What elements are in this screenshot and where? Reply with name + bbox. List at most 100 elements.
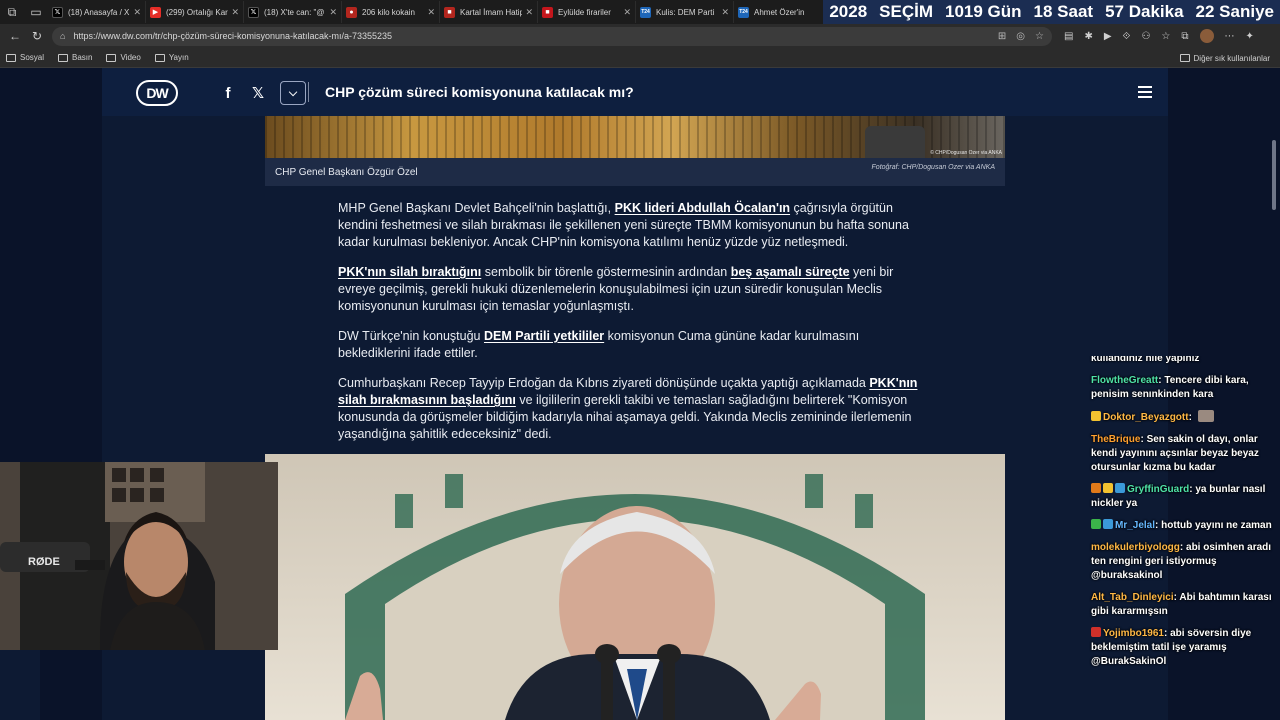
article-header-title: CHP çözüm süreci komisyonuna katılacak m…	[325, 84, 634, 100]
tab-title: (18) X'te can: "@	[264, 7, 325, 17]
tab-actions-icon[interactable]: ▭	[24, 0, 48, 24]
folder-icon	[154, 53, 165, 62]
tab-title: (299) Ortalığı Karıştıran	[166, 7, 228, 17]
countdown-days: 1019 Gün	[945, 2, 1022, 21]
chat-message: Doktor_Beyazgott:	[1088, 408, 1280, 431]
back-icon[interactable]: ←	[4, 25, 26, 47]
folder-icon	[106, 53, 117, 62]
favorites-icon[interactable]: ☆	[1161, 31, 1170, 42]
election-countdown-overlay: 2028 SEÇİM 1019 Gün 18 Saat 57 Dakika 22…	[823, 0, 1280, 24]
bookmark-label: Video	[120, 53, 141, 62]
streamer-webcam: RØDE	[0, 462, 278, 650]
tab-2[interactable]: 𝕏 (18) X'te can: "@ ✕	[244, 1, 342, 23]
chat-text: hottub yayını ne zaman	[1161, 520, 1272, 531]
badge-icon	[1103, 519, 1113, 529]
news-icon: ■	[444, 6, 455, 18]
url-text: https://www.dw.com/tr/chp-çözüm-süreci-k…	[73, 31, 393, 41]
badge-icon	[1091, 627, 1101, 637]
badge-icon	[1103, 483, 1113, 493]
share-buttons: f 𝕏 ⌵	[220, 81, 306, 105]
site-header: DW f 𝕏 ⌵ CHP çözüm süreci komisyonuna ka…	[102, 68, 1168, 116]
close-tab-icon[interactable]: ✕	[231, 7, 239, 18]
extension-icon[interactable]: ▤	[1064, 31, 1073, 42]
youtube-icon: ▶	[150, 6, 161, 18]
collections-icon[interactable]: ⧉	[1181, 31, 1188, 42]
tab-title: 206 kilo kokain	[362, 7, 415, 17]
x-logo-icon: 𝕏	[248, 6, 259, 18]
chat-message: GryffinGuard: ya bunlar nasıl nickler ya	[1091, 483, 1266, 509]
badge-icon	[1091, 483, 1101, 493]
chat-username: TheBrique	[1091, 434, 1141, 445]
webcam-feed-graphic: RØDE	[0, 462, 278, 650]
split-screen-icon[interactable]: ⚇	[1141, 31, 1150, 42]
emote-icon	[1197, 410, 1214, 422]
url-field[interactable]: ⌂ https://www.dw.com/tr/chp-çözüm-süreci…	[52, 26, 1052, 46]
tracking-icon[interactable]: ◎	[1016, 31, 1025, 42]
app-available-icon[interactable]: ⊞	[998, 31, 1006, 42]
extension-icon[interactable]: ▶	[1104, 31, 1112, 42]
facebook-icon[interactable]: f	[220, 85, 236, 102]
t24-icon: T24	[640, 6, 651, 18]
browser-menu-icon[interactable]: ⧉	[0, 0, 24, 24]
site-info-icon[interactable]: ⌂	[60, 31, 65, 41]
close-tab-icon[interactable]: ✕	[721, 7, 729, 18]
chat-message-partial: kullandınız nile yapınız	[1091, 356, 1200, 364]
close-tab-icon[interactable]: ✕	[623, 7, 631, 18]
header-divider	[308, 82, 309, 102]
more-menu-icon[interactable]: ⋯	[1225, 31, 1235, 42]
other-bookmarks-folder[interactable]: Diğer sık kullanılanlar	[1179, 48, 1270, 68]
address-bar-row: ← ↻ ⌂ https://www.dw.com/tr/chp-çözüm-sü…	[0, 24, 1280, 48]
countdown-hours: 18 Saat	[1033, 2, 1094, 21]
favorite-star-icon[interactable]: ☆	[1035, 31, 1044, 42]
chevron-down-icon[interactable]: ⌵	[280, 81, 306, 105]
close-tab-icon[interactable]: ✕	[329, 7, 337, 18]
bookmarks-bar: Sosyal Basın Video Yayın Diğer sık kulla…	[0, 48, 1280, 68]
paragraph: MHP Genel Başkanı Devlet Bahçeli'nin baş…	[338, 200, 934, 251]
bookmark-label: Yayın	[168, 53, 189, 62]
profile-avatar[interactable]	[1199, 29, 1214, 43]
tab-0[interactable]: 𝕏 (18) Anasayfa / X ✕	[48, 1, 146, 23]
paragraph: Cumhurbaşkanı Recep Tayyip Erdoğan da Kı…	[338, 375, 934, 443]
text: sembolik bir törenle göstermesinin ardın…	[481, 265, 731, 279]
countdown-minutes: 57 Dakika	[1105, 2, 1184, 21]
bookmark-folder-video[interactable]: Video	[106, 53, 141, 62]
tab-3[interactable]: ● 206 kilo kokain ✕	[342, 1, 440, 23]
close-tab-icon[interactable]: ✕	[427, 7, 435, 18]
scrollbar-thumb[interactable]	[1272, 140, 1276, 210]
dw-logo[interactable]: DW	[136, 80, 178, 106]
article-link[interactable]: DEM Partili yetkililer	[484, 329, 604, 343]
x-share-icon[interactable]: 𝕏	[250, 84, 266, 102]
photo-caption: CHP Genel Başkanı Özgür Özel	[275, 167, 418, 178]
chat-message: Alt_Tab_Dinleyici: Abi bahtımın karası g…	[1091, 592, 1272, 617]
tab-1[interactable]: ▶ (299) Ortalığı Karıştıran ✕	[146, 1, 244, 23]
tab-title: Kartal İmam Hatip	[460, 7, 523, 17]
close-tab-icon[interactable]: ✕	[525, 7, 533, 18]
bookmark-folder-yayin[interactable]: Yayın	[154, 53, 189, 62]
tab-4[interactable]: ■ Kartal İmam Hatip ✕	[440, 1, 538, 23]
bookmark-folder-basin[interactable]: Basın	[58, 53, 92, 62]
text: Cumhurbaşkanı Recep Tayyip Erdoğan da Kı…	[338, 376, 870, 390]
subscriber-badge-icon	[1091, 411, 1101, 421]
tab-5[interactable]: ■ Eylülde firariler ✕	[538, 1, 636, 23]
article-link[interactable]: beş aşamalı süreçte	[731, 265, 850, 279]
tab-6[interactable]: T24 Kulis: DEM Parti ✕	[636, 1, 734, 23]
badge-icon	[1091, 519, 1101, 529]
bookmark-folder-sosyal[interactable]: Sosyal	[6, 53, 44, 62]
badge-icon	[1115, 483, 1125, 493]
chat-message: Mr_Jelal: hottub yayını ne zaman	[1088, 517, 1280, 539]
chat-username: GryffinGuard	[1127, 484, 1190, 495]
extension-icon[interactable]: ✱	[1084, 31, 1092, 42]
tab-title: Ahmet Özer'in	[754, 7, 805, 17]
speaker-photo-graphic	[265, 454, 1005, 720]
close-tab-icon[interactable]: ✕	[133, 7, 141, 18]
folder-icon	[6, 53, 16, 62]
article-link[interactable]: PKK lideri Abdullah Öcalan'ın	[615, 201, 790, 215]
refresh-icon[interactable]: ↻	[26, 25, 48, 47]
article-photo-top: © CHP/Dogusan Ozer via ANKA	[265, 116, 1005, 158]
extensions-puzzle-icon[interactable]: ⟐	[1123, 31, 1131, 42]
t24-icon: T24	[738, 6, 749, 18]
article-link[interactable]: PKK'nın silah bıraktığını	[338, 265, 481, 279]
tab-7[interactable]: T24 Ahmet Özer'in	[734, 1, 832, 23]
copilot-icon[interactable]: ✦	[1246, 31, 1254, 42]
hamburger-menu-icon[interactable]	[1138, 86, 1152, 98]
